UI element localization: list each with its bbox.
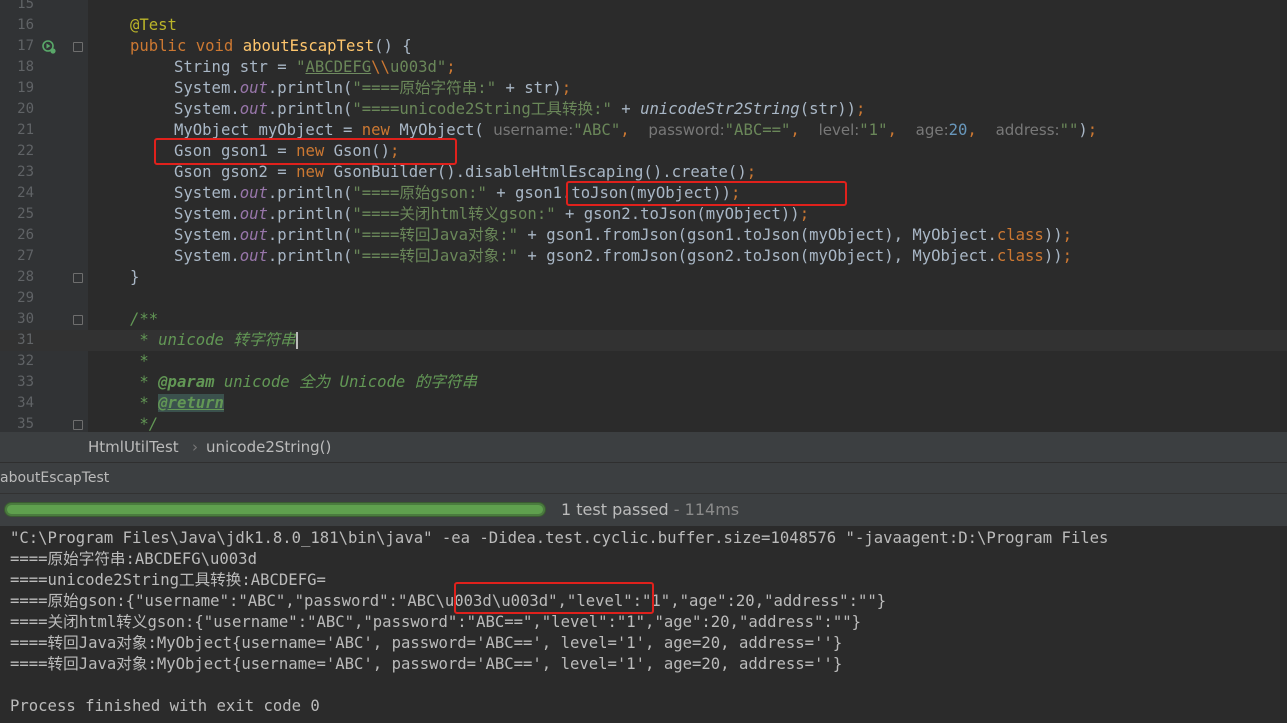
fold-icon[interactable]	[73, 420, 83, 430]
line-number: 28	[17, 269, 34, 285]
console-output[interactable]: "C:\Program Files\Java\jdk1.8.0_181\bin\…	[0, 526, 1287, 723]
test-progress-bar	[4, 502, 546, 517]
line-number: 27	[17, 248, 34, 264]
code-line: *	[130, 352, 149, 370]
code-line: Gson gson2 = new GsonBuilder().disableHt…	[174, 163, 757, 181]
test-progress-fill	[7, 505, 543, 514]
text-caret	[295, 332, 298, 349]
breadcrumb-class[interactable]: HtmlUtilTest	[88, 438, 179, 456]
line-number: 20	[17, 101, 34, 117]
run-tool-window-header: aboutEscapTest	[0, 462, 1287, 493]
highlight-box	[154, 138, 457, 165]
line-number: 25	[17, 206, 34, 222]
line-number: 30	[17, 311, 34, 327]
test-status-bar: 1 test passed - 114ms	[0, 493, 1287, 526]
code-line: System.out.println("====转回Java对象:" + gso…	[174, 226, 1072, 244]
param-hint: address:	[995, 121, 1060, 139]
console-line: Process finished with exit code 0	[10, 697, 320, 715]
line-number: 26	[17, 227, 34, 243]
console-line: ====原始字符串:ABCDEFG\u003d	[10, 550, 257, 568]
param-hint: password:	[648, 121, 725, 139]
line-number: 16	[17, 17, 34, 33]
code-editor[interactable]: 15 16 17 18 19 20 21 22 23 24 25 26 27 2…	[0, 0, 1287, 432]
line-number: 32	[17, 353, 34, 369]
param-hint: username:	[493, 121, 574, 139]
line-number: 17	[17, 38, 34, 54]
breadcrumb-method[interactable]: unicode2String()	[206, 438, 331, 456]
fold-icon[interactable]	[73, 273, 83, 283]
console-line: "C:\Program Files\Java\jdk1.8.0_181\bin\…	[10, 529, 1109, 547]
code-line: System.out.println("====关闭html转义gson:" +…	[174, 205, 810, 223]
test-result: 1 test passed - 114ms	[561, 500, 739, 519]
test-duration: - 114ms	[668, 500, 740, 519]
param-hint: level:	[818, 121, 860, 139]
highlight-box	[566, 181, 847, 206]
code-line: public void aboutEscapTest() {	[130, 37, 412, 55]
code-line: @Test	[130, 16, 177, 34]
line-number: 29	[17, 290, 34, 306]
code-line: System.out.println("====原始字符串:" + str);	[174, 79, 572, 97]
highlight-box	[454, 582, 654, 614]
run-tab-title[interactable]: aboutEscapTest	[0, 470, 109, 486]
code-line: System.out.println("====转回Java对象:" + gso…	[174, 247, 1072, 265]
param-hint: age:	[915, 121, 949, 139]
line-number: 35	[17, 416, 34, 432]
line-number: 23	[17, 164, 34, 180]
line-number: 15	[17, 0, 34, 12]
code-line: * @return	[130, 394, 224, 412]
line-number: 24	[17, 185, 34, 201]
line-number: 34	[17, 395, 34, 411]
console-line: ====原始gson:{"username":"ABC","password":…	[10, 592, 887, 610]
test-result-text: 1 test passed	[561, 500, 669, 519]
console-line: ====关闭html转义gson:{"username":"ABC","pass…	[10, 613, 861, 631]
code-line: System.out.println("====unicode2String工具…	[174, 100, 866, 118]
run-test-icon[interactable]	[42, 40, 56, 54]
breadcrumb-separator: ›	[192, 438, 198, 456]
line-number: 19	[17, 80, 34, 96]
line-number: 21	[17, 122, 34, 138]
code-line: }	[130, 268, 140, 286]
console-line: ====转回Java对象:MyObject{username='ABC', pa…	[10, 634, 843, 652]
line-number: 31	[17, 332, 34, 348]
fold-icon[interactable]	[73, 42, 83, 52]
code-line: String str = "ABCDEFG\\u003d";	[174, 58, 456, 76]
line-number: 22	[17, 143, 34, 159]
line-number: 33	[17, 374, 34, 390]
breadcrumb: HtmlUtilTest › unicode2String()	[0, 432, 1287, 462]
console-line: ====unicode2String工具转换:ABCDEFG=	[10, 571, 326, 589]
console-line: ====转回Java对象:MyObject{username='ABC', pa…	[10, 655, 843, 673]
line-number: 18	[17, 59, 34, 75]
code-line: /**	[130, 310, 159, 328]
code-line: * @param unicode 全为 Unicode 的字符串	[130, 373, 478, 391]
fold-icon[interactable]	[73, 315, 83, 325]
code-line: * unicode 转字符串	[130, 331, 298, 349]
code-line: */	[130, 415, 159, 432]
